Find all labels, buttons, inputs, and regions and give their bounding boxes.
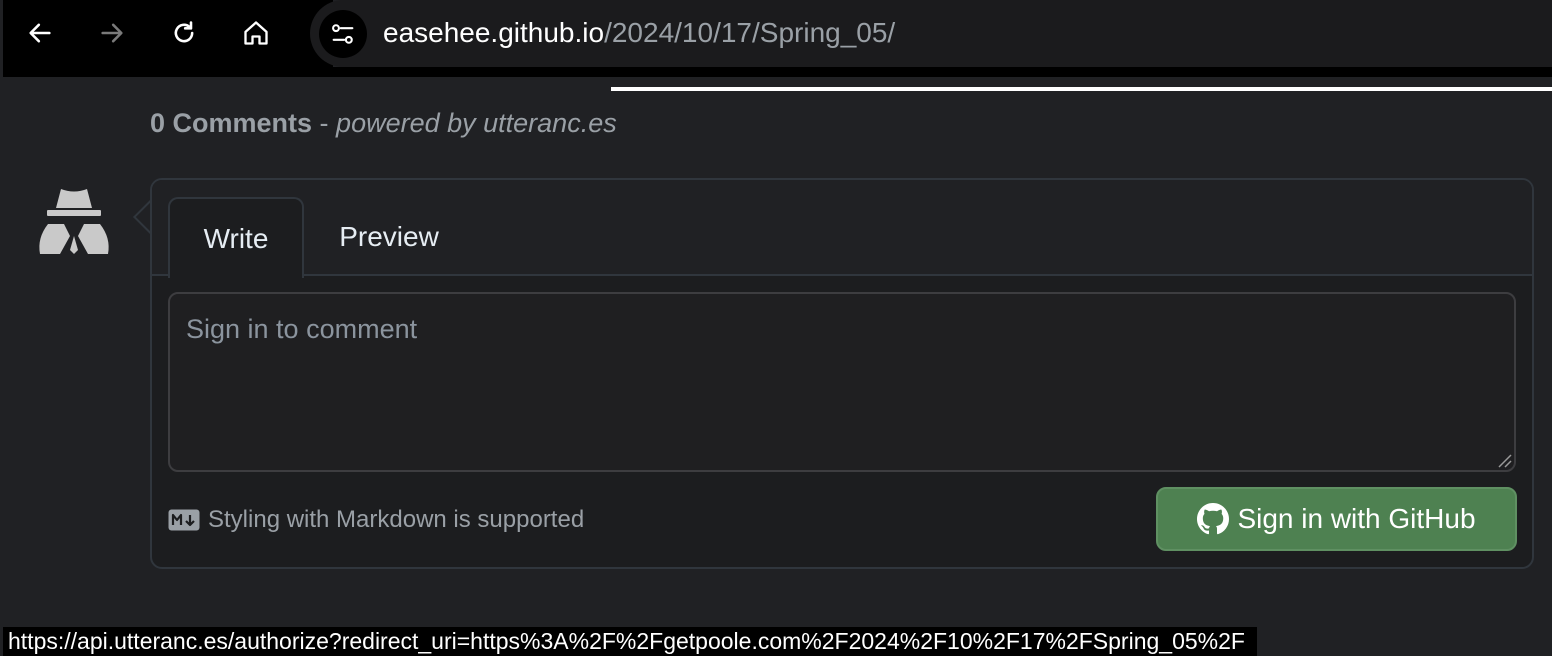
powered-by-text: powered by utteranc.es	[336, 108, 617, 138]
markdown-note-text: Styling with Markdown is supported	[208, 506, 585, 533]
markdown-icon	[168, 509, 200, 531]
tab-preview[interactable]: Preview	[324, 197, 454, 276]
arrow-left-icon	[29, 23, 51, 43]
comment-editor: Write Preview Styling with Markdown is s…	[150, 178, 1534, 569]
home-icon	[244, 21, 268, 45]
arrow-right-icon	[101, 23, 123, 43]
forward-button[interactable]	[92, 13, 132, 53]
reload-button[interactable]	[164, 13, 204, 53]
url-path: /2024/10/17/Spring_05/	[604, 17, 896, 48]
status-bar-url: https://api.utteranc.es/authorize?redire…	[3, 627, 1257, 656]
back-button[interactable]	[20, 13, 60, 53]
sign-in-label: Sign in with GitHub	[1237, 503, 1476, 534]
home-button[interactable]	[236, 13, 276, 53]
anonymous-user-icon	[39, 189, 109, 254]
url-text[interactable]: easehee.github.io/2024/10/17/Spring_05/	[383, 16, 895, 50]
header-separator: -	[312, 108, 337, 138]
markdown-note: Styling with Markdown is supported	[168, 506, 584, 534]
comment-input[interactable]	[168, 292, 1516, 472]
avatar	[34, 186, 114, 258]
github-icon	[1197, 503, 1230, 535]
comments-header: 0 Comments - powered by utteranc.es	[150, 108, 617, 139]
resize-handle-icon[interactable]	[1496, 452, 1512, 468]
page-load-progress	[611, 87, 1552, 91]
editor-tab-header: Write Preview	[152, 180, 1532, 278]
comment-count: 0 Comments	[150, 108, 313, 138]
site-info-button[interactable]	[319, 10, 367, 58]
url-host: easehee.github.io	[383, 17, 605, 48]
reload-icon	[174, 21, 194, 43]
address-bar-underline	[333, 67, 1552, 77]
sign-in-github-button[interactable]: Sign in with GitHub	[1156, 487, 1517, 551]
browser-toolbar: easehee.github.io/2024/10/17/Spring_05/	[0, 0, 1552, 77]
tab-write[interactable]: Write	[168, 197, 304, 278]
tune-icon	[332, 24, 354, 44]
